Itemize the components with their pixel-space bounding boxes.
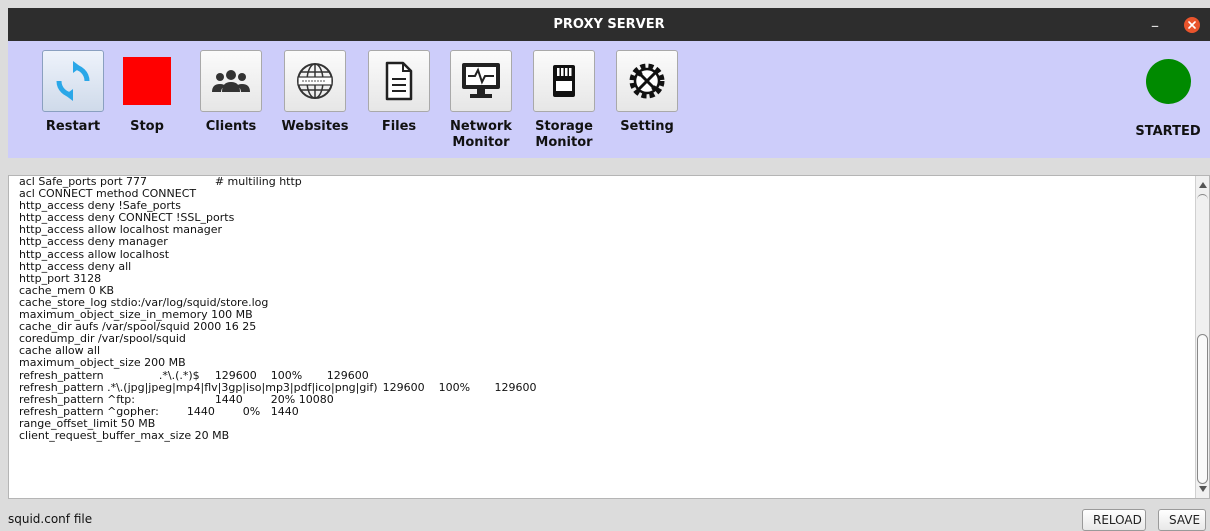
storage-monitor-button[interactable]: Storage Monitor [524,50,604,151]
reload-button[interactable]: RELOAD [1082,509,1146,531]
clients-button[interactable]: Clients [191,50,271,135]
websites-button[interactable]: Websites [275,50,355,135]
settings-icon [629,63,665,99]
users-icon [212,70,250,92]
config-editor[interactable]: acl Safe_ports port 777 # multiling http… [8,175,1210,499]
scroll-up-icon[interactable] [1199,182,1207,188]
save-button[interactable]: SAVE [1158,509,1206,531]
files-button[interactable]: Files [359,50,439,135]
websites-label: Websites [281,119,349,134]
file-icon [385,61,413,101]
restart-button[interactable]: Restart [33,50,113,135]
network-monitor-button[interactable]: Network Monitor [441,50,521,151]
storage-monitor-label: Storage Monitor [535,119,593,150]
sd-card-icon [553,65,575,97]
stop-label: Stop [130,119,164,134]
stop-icon [123,57,171,105]
vertical-scrollbar[interactable] [1195,176,1209,498]
restart-label: Restart [45,119,101,134]
files-label: Files [381,119,417,134]
stop-button[interactable]: Stop [107,50,187,135]
scroll-down-icon[interactable] [1199,486,1207,492]
status-indicator [1145,59,1191,104]
title-bar: PROXY SERVER – [8,8,1210,41]
config-text[interactable]: acl Safe_ports port 777 # multiling http… [19,176,1189,498]
minimize-button[interactable]: – [1144,8,1166,41]
toolbar: Restart Stop Clients Websites Files Netw… [8,41,1210,158]
scrollbar-thumb[interactable] [1197,334,1208,484]
file-name-label: squid.conf file [8,512,93,526]
network-monitor-icon [462,63,500,98]
footer-bar: squid.conf file RELOAD SAVE [0,503,1210,531]
window-title: PROXY SERVER [553,17,665,32]
status-label: STARTED [1135,124,1201,139]
setting-label: Setting [620,119,674,134]
clients-label: Clients [205,119,257,134]
close-icon [1188,21,1196,29]
setting-button[interactable]: Setting [607,50,687,135]
network-monitor-label: Network Monitor [450,119,512,150]
server-status: STARTED [1134,59,1202,139]
refresh-icon [56,61,90,101]
globe-icon [297,63,333,99]
close-button[interactable] [1184,17,1200,33]
